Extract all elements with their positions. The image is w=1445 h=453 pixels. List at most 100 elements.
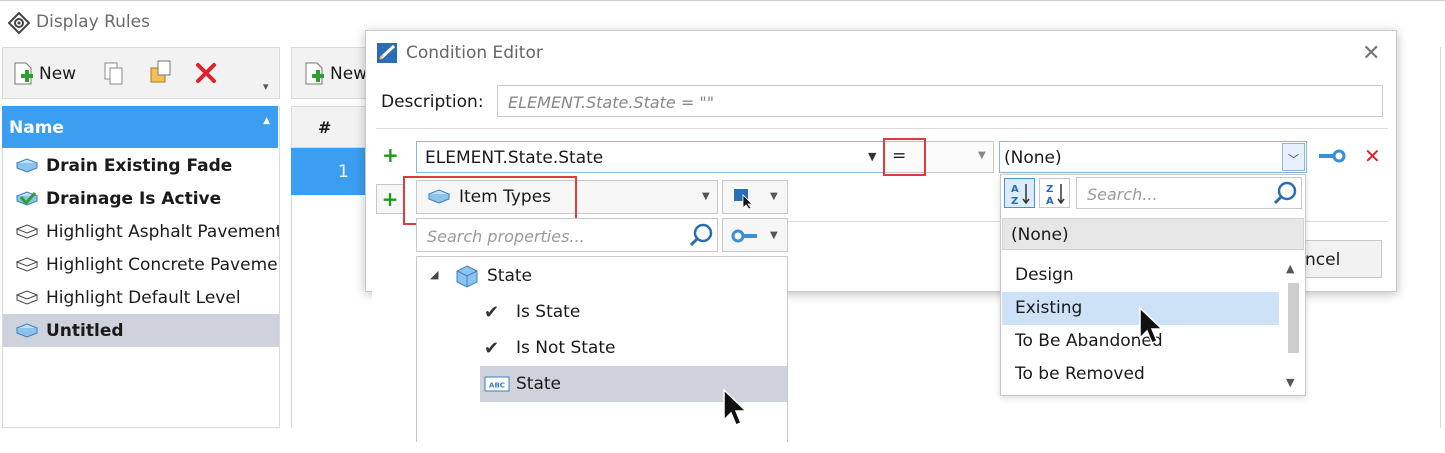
list-item[interactable]: Drain Existing Fade	[3, 149, 279, 182]
list-item[interactable]: Highlight Asphalt Pavement	[3, 215, 279, 248]
rule-label: Drainage Is Active	[46, 188, 222, 209]
display-style-icon	[15, 157, 39, 175]
window-top-strip	[0, 0, 1445, 4]
list-item[interactable]: To be Removed	[1002, 358, 1279, 391]
scrollbar-thumb[interactable]	[1288, 283, 1299, 353]
dialog-title: Condition Editor	[406, 43, 543, 63]
condition-editor-icon	[376, 42, 400, 64]
chevron-down-icon[interactable]: ﹀	[1282, 143, 1305, 171]
chevron-down-icon[interactable]: ▼	[770, 191, 778, 202]
key-filter-button[interactable]	[722, 218, 788, 252]
display-style-checked-icon	[15, 190, 39, 208]
new-document-icon	[13, 62, 35, 86]
new-rule-button[interactable]: New	[13, 62, 76, 86]
display-style-icon	[15, 322, 39, 340]
name-column-header[interactable]: Name ▲	[2, 106, 278, 148]
value-dropdown[interactable]: (None)	[999, 141, 1307, 173]
name-column-label: Name	[9, 118, 64, 138]
list-item[interactable]: Highlight Concrete Pavemen	[3, 248, 279, 281]
sort-ascending-icon: ▲	[263, 116, 270, 126]
operator-highlight-box	[883, 138, 926, 176]
window-right-edge	[1440, 47, 1444, 428]
chevron-down-icon[interactable]: ▼	[770, 230, 778, 241]
rule-label: Highlight Asphalt Pavement	[46, 221, 279, 242]
list-item-selected[interactable]: Untitled	[3, 314, 279, 347]
paste-rule-button[interactable]	[149, 60, 173, 86]
svg-text:ABC: ABC	[489, 382, 505, 390]
property-selector[interactable]: ELEMENT.State.State	[416, 141, 884, 173]
new-rule-label: New	[39, 64, 77, 84]
key-icon[interactable]	[1318, 147, 1346, 165]
list-item[interactable]: Drainage Is Active	[3, 182, 279, 215]
new-document-icon	[304, 62, 326, 86]
display-style-outline-icon	[15, 289, 39, 307]
rule-label: Untitled	[46, 320, 124, 341]
add-condition-icon[interactable]: +	[382, 145, 399, 165]
search-icon[interactable]	[1272, 180, 1298, 206]
sort-z-a-button[interactable]: ZA	[1039, 178, 1070, 208]
rule-label: Highlight Concrete Pavemen	[46, 254, 279, 275]
svg-text:Z: Z	[1011, 196, 1018, 206]
close-icon[interactable]: ✕	[1362, 41, 1380, 66]
checkmark-icon: ✔	[484, 301, 500, 323]
sort-a-z-button[interactable]: AZ	[1004, 178, 1035, 208]
description-field[interactable]: ELEMENT.State.State = ""	[497, 85, 1383, 117]
key-icon	[731, 228, 759, 244]
copy-icon	[103, 62, 125, 86]
select-cursor-icon	[733, 187, 755, 209]
chevron-down-icon[interactable]: ▼	[868, 150, 876, 163]
table-row[interactable]	[291, 148, 371, 195]
tree-leaf-label: Is State	[516, 302, 581, 322]
tree-leaf-label: Is Not State	[516, 338, 616, 358]
grid-number-column: #	[318, 118, 332, 137]
item-type-cube-icon	[454, 264, 480, 288]
list-item[interactable]: Highlight Default Level	[3, 281, 279, 314]
tree-leaf-is-state[interactable]: ✔ Is State	[484, 294, 580, 330]
cancel-button[interactable]: ncel	[1298, 240, 1382, 278]
delete-icon	[195, 62, 217, 84]
svg-text:A: A	[1011, 184, 1019, 195]
mouse-cursor-icon	[1139, 306, 1164, 344]
display-style-outline-icon	[15, 256, 39, 274]
scroll-up-icon[interactable]: ▲	[1286, 262, 1294, 275]
value-search-input[interactable]: Search...	[1076, 177, 1302, 209]
display-style-outline-icon	[15, 223, 39, 241]
sort-z-a-icon: ZA	[1045, 182, 1067, 206]
new-condition-button[interactable]: New	[304, 62, 367, 86]
description-label: Description:	[381, 92, 484, 112]
tree-collapse-icon[interactable]: ◢	[430, 268, 438, 281]
toolbar-overflow-icon[interactable]: ▾	[263, 80, 269, 93]
mouse-cursor-icon	[723, 388, 748, 426]
rule-label: Drain Existing Fade	[46, 155, 233, 176]
chevron-down-icon[interactable]: ▼	[978, 150, 986, 161]
list-item[interactable]: Design	[1002, 259, 1279, 292]
paste-icon	[149, 60, 173, 86]
grid-border	[291, 195, 292, 428]
remove-condition-icon[interactable]: ✕	[1364, 144, 1381, 168]
tree-node-label: State	[487, 266, 532, 286]
tree-leaf-label: State	[516, 374, 561, 394]
display-rules-title: Display Rules	[36, 12, 150, 32]
new-condition-label: New	[330, 64, 368, 84]
divider	[376, 128, 1388, 129]
rule-label: Highlight Default Level	[46, 287, 241, 308]
add-subcondition-icon[interactable]: +	[376, 184, 404, 214]
chevron-down-icon[interactable]: ▼	[702, 191, 710, 202]
text-property-icon: ABC	[484, 376, 510, 392]
sort-a-z-icon: AZ	[1010, 182, 1032, 206]
delete-rule-button[interactable]	[195, 62, 217, 84]
display-rules-icon	[8, 12, 30, 34]
scroll-down-icon[interactable]: ▼	[1286, 376, 1294, 389]
none-option[interactable]: (None)	[1002, 218, 1304, 250]
select-element-button[interactable]	[722, 180, 788, 214]
svg-text:Z: Z	[1046, 184, 1053, 195]
row-number: 1	[338, 162, 349, 182]
tree-leaf-is-not-state[interactable]: ✔ Is Not State	[484, 330, 615, 366]
tree-node-state[interactable]: State	[454, 258, 532, 294]
search-properties-input[interactable]: Search properties...	[416, 218, 718, 252]
rules-toolbar: New ▾	[2, 47, 280, 99]
search-icon[interactable]	[688, 222, 714, 248]
copy-rule-button[interactable]	[103, 62, 125, 86]
checkmark-icon: ✔	[484, 337, 500, 359]
svg-text:A: A	[1046, 196, 1054, 206]
